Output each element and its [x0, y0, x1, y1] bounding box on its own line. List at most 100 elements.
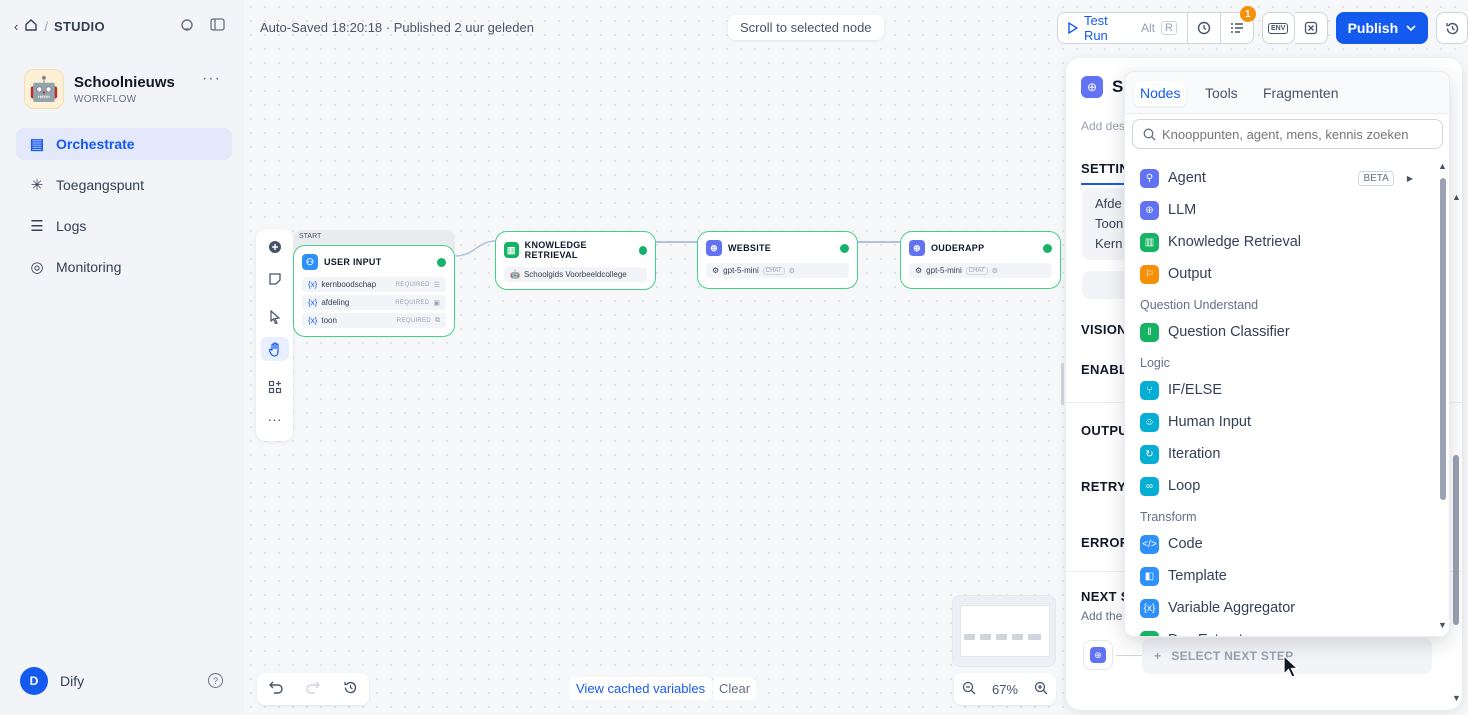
- tab-nodes[interactable]: Nodes: [1134, 81, 1187, 106]
- node-option-label: Doc Extractor: [1168, 632, 1256, 636]
- user-input-node[interactable]: ⚇ USER INPUT {x} kernboodschap REQUIRED ☰ …: [293, 245, 455, 337]
- canvas-tools: ···: [256, 229, 293, 441]
- tab-fragmenten[interactable]: Fragmenten: [1257, 81, 1344, 106]
- add-node-icon[interactable]: [261, 235, 289, 259]
- publish-button[interactable]: Publish: [1335, 12, 1429, 44]
- organize-blocks-icon[interactable]: [261, 375, 289, 399]
- node-title: OUDERAPP: [931, 243, 985, 253]
- node-model-row: ⚙ gpt-5-mini CHAT ⚙: [706, 263, 849, 278]
- search-field[interactable]: [1132, 119, 1443, 149]
- human-input-icon: ☺: [1140, 412, 1159, 432]
- sidebar-item-monitoring[interactable]: ◎ Monitoring: [16, 251, 232, 283]
- knowledge-retrieval-node[interactable]: ▥ KNOWLEDGE RETRIEVAL 🤖 Schoolgids Voorbe…: [495, 231, 656, 290]
- node-option-agent[interactable]: ⚲ Agent BETA ▶: [1125, 162, 1435, 194]
- help-icon[interactable]: ?: [208, 673, 223, 688]
- conversation-variables-icon[interactable]: [1294, 12, 1328, 44]
- llm-icon: ⊕: [1140, 200, 1159, 220]
- node-option-label: Loop: [1168, 478, 1201, 494]
- dropdown-scrollbar[interactable]: [1440, 178, 1446, 500]
- view-cached-variables-button[interactable]: View cached variables: [569, 677, 713, 700]
- error-section: ERROR: [1081, 535, 1130, 550]
- node-option-label: LLM: [1168, 202, 1197, 218]
- clear-button[interactable]: Clear: [713, 677, 757, 700]
- user-account[interactable]: D Dify: [20, 667, 84, 695]
- edge-connector: [858, 241, 900, 243]
- panel-resize-handle[interactable]: [1061, 363, 1064, 405]
- node-option-label: Output: [1168, 266, 1212, 282]
- node-option-code[interactable]: </> Code: [1125, 528, 1435, 560]
- more-icon[interactable]: ···: [261, 407, 289, 431]
- sidebar-item-logs[interactable]: ☰ Logs: [16, 210, 232, 242]
- llm-icon: ⊕: [706, 240, 722, 256]
- scroll-up-arrow[interactable]: ▲: [1452, 192, 1461, 202]
- env-variables-icon[interactable]: ENV: [1261, 12, 1295, 44]
- website-node[interactable]: ⊕ WEBSITE ⚙ gpt-5-mini CHAT ⚙: [697, 231, 858, 289]
- node-option-doc-extractor[interactable]: ▤ Doc Extractor: [1125, 624, 1435, 636]
- node-option-iteration[interactable]: ↻ Iteration: [1125, 438, 1435, 470]
- node-option-knowledge-retrieval[interactable]: ▥ Knowledge Retrieval: [1125, 226, 1435, 258]
- node-option-label: Human Input: [1168, 414, 1252, 430]
- history-icon[interactable]: [343, 680, 358, 698]
- node-option-template[interactable]: ◧ Template: [1125, 560, 1435, 592]
- node-option-loop[interactable]: ∞ Loop: [1125, 470, 1435, 502]
- version-history-icon[interactable]: [1436, 12, 1468, 44]
- zoom-level[interactable]: 67%: [992, 682, 1018, 697]
- if-else-icon: ⑂: [1140, 380, 1159, 400]
- node-option-if-else[interactable]: ⑂ IF/ELSE: [1125, 374, 1435, 406]
- minimap[interactable]: [952, 595, 1056, 667]
- app-name: Schoolnieuws: [74, 73, 175, 91]
- breadcrumb-studio[interactable]: STUDIO: [54, 19, 105, 34]
- zoom-in-icon[interactable]: [1034, 681, 1048, 698]
- zoom-out-icon[interactable]: [962, 681, 976, 698]
- node-variable-row: {x} afdeling REQUIRED ▣: [302, 295, 446, 310]
- sync-icon[interactable]: [180, 18, 194, 35]
- back-icon[interactable]: ‹: [14, 19, 18, 34]
- node-option-llm[interactable]: ⊕ LLM: [1125, 194, 1435, 226]
- hand-mode-icon[interactable]: [260, 337, 289, 361]
- tab-tools[interactable]: Tools: [1199, 81, 1244, 106]
- panel-description[interactable]: Add des: [1081, 119, 1125, 133]
- sidebar-item-orchestrate[interactable]: ▤ Orchestrate: [16, 128, 232, 160]
- add-note-icon[interactable]: [261, 267, 289, 291]
- sidebar-item-label: Monitoring: [56, 259, 122, 275]
- breadcrumb-separator: /: [44, 19, 48, 34]
- test-run-label: Test Run: [1083, 13, 1108, 43]
- panel-scrollbar[interactable]: [1453, 455, 1459, 625]
- knowledge-retrieval-icon: ▥: [1140, 232, 1159, 252]
- more-options-icon[interactable]: ···: [202, 70, 221, 88]
- search-input[interactable]: [1162, 126, 1432, 142]
- node-picker-dropdown: Nodes Tools Fragmenten ⚲ Agent BETA ▶ ⊕ LLM ▥ K…: [1124, 71, 1450, 637]
- undo-icon[interactable]: [268, 681, 283, 697]
- node-option-variable-aggregator[interactable]: {x} Variable Aggregator: [1125, 592, 1435, 624]
- panel-title[interactable]: S: [1112, 77, 1123, 97]
- node-option-human-input[interactable]: ☺ Human Input: [1125, 406, 1435, 438]
- chevron-down-icon: [1406, 25, 1416, 31]
- checklist-icon[interactable]: 1: [1220, 6, 1256, 44]
- shortcut-r: R: [1160, 21, 1177, 35]
- sidebar-item-toegangspunt[interactable]: ✳ Toegangspunt: [16, 169, 232, 201]
- home-icon[interactable]: [24, 18, 38, 35]
- scroll-up-arrow[interactable]: ▲: [1438, 161, 1447, 171]
- pointer-mode-icon[interactable]: [261, 305, 289, 329]
- node-option-question-classifier[interactable]: ‖ Question Classifier: [1125, 316, 1435, 348]
- scroll-down-arrow[interactable]: ▼: [1452, 693, 1461, 703]
- run-history-icon[interactable]: [1187, 12, 1221, 44]
- logs-icon: ☰: [30, 218, 44, 235]
- llm-icon: ⊕: [1081, 76, 1103, 98]
- tab-settings[interactable]: SETTIN: [1081, 161, 1129, 176]
- collapse-sidebar-icon[interactable]: [210, 18, 225, 35]
- app-avatar: 🤖: [24, 69, 64, 109]
- test-run-button[interactable]: Test Run Alt R: [1057, 12, 1188, 44]
- knowledge-retrieval-icon: ▥: [504, 242, 519, 258]
- node-option-output[interactable]: ⚐ Output: [1125, 258, 1435, 290]
- app-card[interactable]: 🤖 Schoolnieuws WORKFLOW: [24, 69, 175, 109]
- sidebar-item-label: Orchestrate: [56, 136, 135, 152]
- next-step-section: NEXT S: [1081, 589, 1130, 604]
- ouderapp-node[interactable]: ⊕ OUDERAPP ⚙ gpt-5-mini CHAT ⚙: [900, 231, 1061, 289]
- output-section[interactable]: OUTPU: [1081, 423, 1128, 438]
- node-dataset-row: 🤖 Schoolgids Voorbeeldcollege: [504, 267, 647, 282]
- edge-connector: [656, 241, 698, 243]
- scroll-down-arrow[interactable]: ▼: [1438, 620, 1447, 630]
- scroll-to-selected-button[interactable]: Scroll to selected node: [728, 15, 884, 40]
- redo-icon[interactable]: [305, 681, 320, 697]
